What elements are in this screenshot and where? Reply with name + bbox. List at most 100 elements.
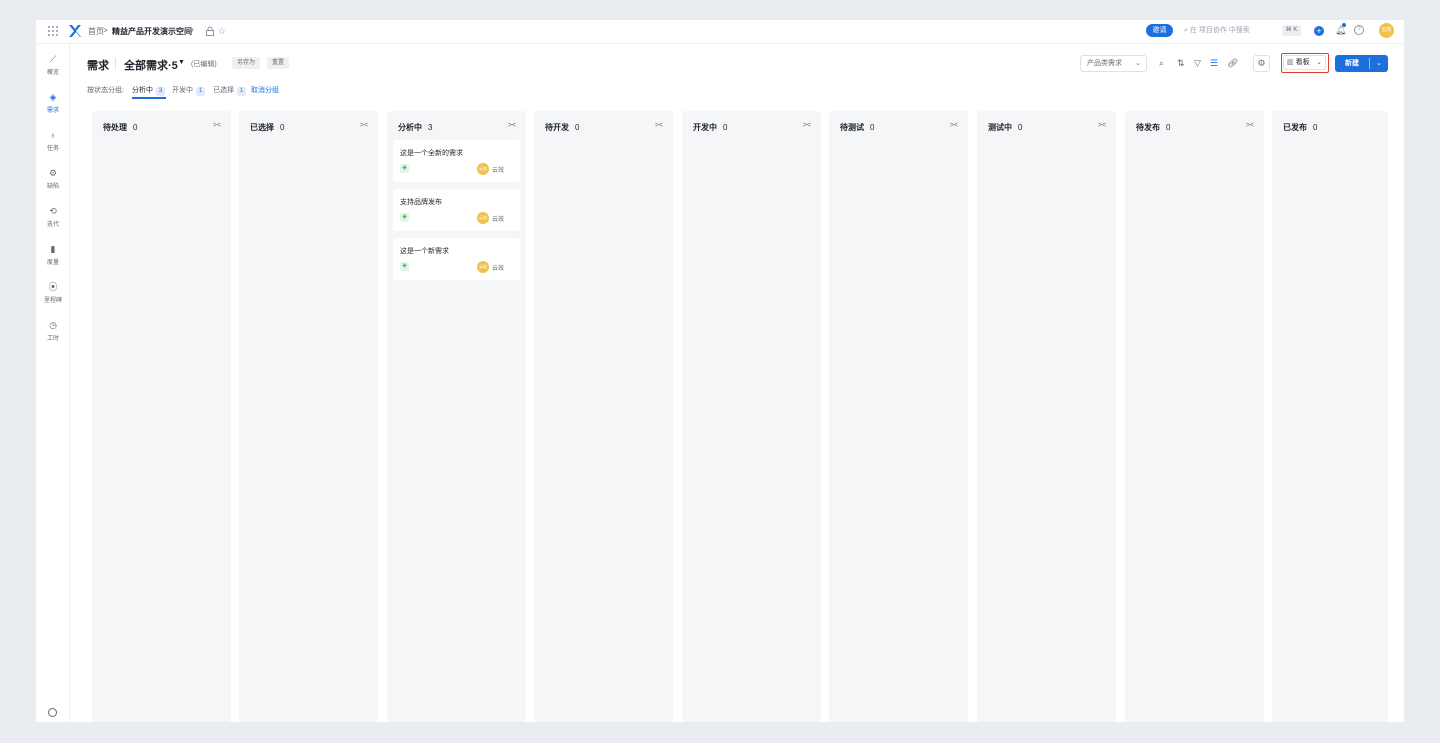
- kanban-column: 测试中 0 ><: [977, 111, 1116, 722]
- assignee-avatar: 云效: [477, 212, 489, 224]
- requirement-type-select[interactable]: 产品类需求 ⌄: [1080, 55, 1147, 72]
- column-title: 分析中 3: [398, 123, 433, 132]
- kanban-column: 分析中 3 >< 这是一个全新的需求 ◈ 云效 云效 支持品牌发布 ◈ 云效 云效…: [387, 111, 526, 722]
- workspace-name[interactable]: 精益产品开发演示空间: [112, 26, 192, 37]
- group-tab-label: 开发中: [172, 87, 193, 94]
- new-button[interactable]: 新建 ⌄: [1335, 55, 1388, 72]
- layers-icon: ◈: [49, 92, 57, 102]
- view-selector[interactable]: 全部需求·5: [124, 57, 178, 73]
- chart-line-icon: ⟋: [49, 54, 57, 64]
- new-button-dropdown-icon[interactable]: ⌄: [1370, 55, 1388, 72]
- assignee-avatar: 云效: [477, 261, 489, 273]
- save-as-button[interactable]: 另存为: [232, 57, 261, 69]
- bug-icon: ⚙: [48, 168, 58, 178]
- card-title: 这是一个新需求: [400, 248, 449, 255]
- iteration-icon: ⟲: [49, 206, 57, 216]
- sidebar-item-worktime[interactable]: ◷ 工时: [36, 320, 70, 348]
- collapse-column-icon[interactable]: ><: [508, 122, 516, 129]
- card-title: 这是一个全新的需求: [400, 150, 463, 157]
- sidebar-item-overview[interactable]: ⟋ 概览: [36, 54, 70, 82]
- reset-button[interactable]: 重置: [267, 57, 290, 69]
- filter-icon[interactable]: ▽: [1194, 58, 1201, 68]
- kanban-column: 待处理 0 ><: [92, 111, 231, 722]
- requirement-type-icon: ◈: [400, 262, 409, 271]
- kanban-column: 已选择 0 ><: [239, 111, 378, 722]
- assignee-name: 云效: [492, 217, 505, 223]
- yunxiao-logo-icon[interactable]: [68, 24, 82, 38]
- requirement-card[interactable]: 这是一个新需求 ◈ 云效 云效: [393, 238, 520, 280]
- requirement-type-icon: ◈: [400, 213, 409, 222]
- kanban-column: 待发布 0 ><: [1125, 111, 1264, 722]
- sidebar-item-tasks[interactable]: ♁ 任务: [36, 130, 70, 158]
- collapse-column-icon[interactable]: ><: [655, 122, 663, 129]
- group-tab-analyzing[interactable]: 分析中 3: [132, 86, 165, 96]
- sidebar-item-iterations[interactable]: ⟲ 迭代: [36, 206, 70, 234]
- group-tab-developing[interactable]: 开发中 1: [172, 86, 205, 96]
- breadcrumb-separator: >: [103, 26, 108, 35]
- lock-icon[interactable]: [206, 26, 214, 36]
- tree-view-icon[interactable]: ☰: [1210, 58, 1218, 68]
- star-icon[interactable]: ☆: [218, 26, 226, 36]
- board-view-label: 看板: [1295, 59, 1310, 66]
- column-title: 待开发 0: [545, 123, 580, 132]
- assignee-name: 云效: [492, 168, 505, 174]
- board-view-select-inner: ▥ 看板 ⌄: [1283, 55, 1326, 70]
- group-tab-selected[interactable]: 已选择 1: [213, 86, 246, 96]
- create-plus-icon[interactable]: +: [1314, 26, 1324, 36]
- sort-icon[interactable]: ⇅: [1177, 58, 1185, 68]
- chevron-down-icon: ⌄: [1135, 60, 1141, 67]
- sidebar-item-requirements[interactable]: ◈ 需求: [36, 92, 70, 120]
- board-icon: ▥: [1287, 59, 1294, 66]
- sidebar-item-bugs[interactable]: ⚙ 缺陷: [36, 168, 70, 196]
- type-select-value: 产品类需求: [1087, 60, 1122, 67]
- sidebar: ⟋ 概览 ◈ 需求 ♁ 任务 ⚙ 缺陷 ⟲ 迭代 ▮ 度量 ⦿ 里程碑 ◷ 工时: [36, 44, 70, 722]
- group-tab-label: 已选择: [213, 87, 234, 94]
- chevron-down-icon: ⌄: [1316, 59, 1322, 66]
- requirement-card[interactable]: 支持品牌发布 ◈ 云效 云效: [393, 189, 520, 231]
- requirement-type-icon: ◈: [400, 164, 409, 173]
- sidebar-settings-icon[interactable]: [48, 708, 57, 717]
- app-grid-icon[interactable]: [48, 26, 58, 36]
- board-view-select[interactable]: ▥ 看板 ⌄: [1281, 53, 1329, 73]
- search-placeholder: 在 项目协作 中搜索: [1189, 27, 1250, 34]
- group-tab-count: 3: [156, 87, 165, 96]
- top-bar: 首页 > 精益产品开发演示空间 ▼ ☆ 邀请 ⌕ 在 项目协作 中搜索 ⌘ K …: [36, 20, 1404, 44]
- search-icon[interactable]: ⌕: [1159, 58, 1164, 68]
- edited-indicator: (已编辑): [191, 61, 217, 68]
- link-icon[interactable]: 🔗︎: [1227, 58, 1238, 68]
- collapse-column-icon[interactable]: ><: [213, 122, 221, 129]
- timer-icon: ◷: [49, 320, 57, 330]
- view-caret-icon[interactable]: ▼: [178, 59, 185, 66]
- user-avatar[interactable]: 云效: [1379, 23, 1394, 38]
- collapse-column-icon[interactable]: ><: [1098, 122, 1106, 129]
- column-title: 已发布 0: [1283, 123, 1318, 132]
- collapse-column-icon[interactable]: ><: [803, 122, 811, 129]
- assignee-avatar: 云效: [477, 163, 489, 175]
- collapse-column-icon[interactable]: ><: [1246, 122, 1254, 129]
- app-window: 首页 > 精益产品开发演示空间 ▼ ☆ 邀请 ⌕ 在 项目协作 中搜索 ⌘ K …: [36, 20, 1404, 722]
- collapse-column-icon[interactable]: ><: [360, 122, 368, 129]
- column-title: 待测试 0: [840, 123, 875, 132]
- breadcrumb-home[interactable]: 首页: [88, 26, 104, 37]
- kanban-column: 已发布 0: [1272, 111, 1388, 722]
- workspace-caret-icon[interactable]: ▼: [189, 26, 195, 36]
- sidebar-item-milestones[interactable]: ⦿ 里程碑: [36, 282, 70, 310]
- column-title: 测试中 0: [988, 123, 1023, 132]
- search-shortcut-badge: ⌘ K: [1282, 25, 1301, 36]
- bulb-icon: ♁: [49, 130, 57, 140]
- column-title: 开发中 0: [693, 123, 728, 132]
- title-divider: [115, 58, 116, 69]
- sidebar-item-metrics[interactable]: ▮ 度量: [36, 244, 70, 272]
- invite-button[interactable]: 邀请: [1146, 24, 1173, 37]
- gear-icon: ⚙: [1257, 58, 1266, 68]
- cancel-group-link[interactable]: 取消分组: [251, 86, 279, 95]
- global-search[interactable]: ⌕ 在 项目协作 中搜索: [1184, 24, 1272, 38]
- kanban-column: 待开发 0 ><: [534, 111, 673, 722]
- column-title: 已选择 0: [250, 123, 285, 132]
- help-icon[interactable]: ?: [1354, 25, 1364, 35]
- requirement-card[interactable]: 这是一个全新的需求 ◈ 云效 云效: [393, 140, 520, 182]
- view-settings-button[interactable]: ⚙: [1253, 55, 1270, 72]
- group-by-label: 按状态分组:: [87, 87, 124, 94]
- collapse-column-icon[interactable]: ><: [950, 122, 958, 129]
- column-title: 待处理 0: [103, 123, 138, 132]
